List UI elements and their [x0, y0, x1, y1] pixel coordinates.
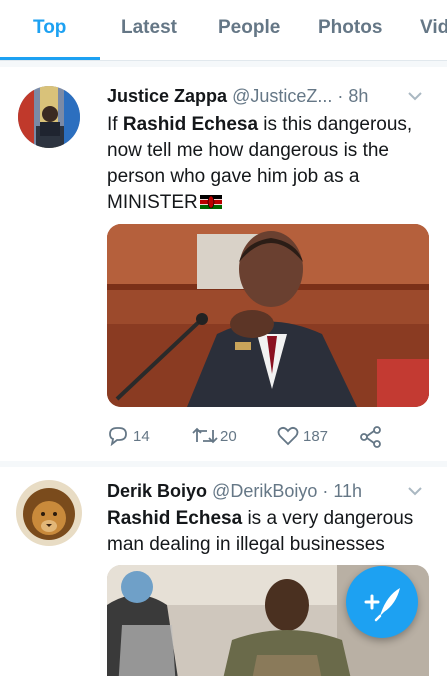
retweet-icon	[192, 427, 218, 444]
chevron-down-icon[interactable]	[408, 91, 422, 101]
chevron-down-icon[interactable]	[408, 486, 422, 496]
reply-button[interactable]: 14	[107, 426, 150, 446]
tweet-actions: 14 20 187	[107, 426, 407, 450]
tab-top[interactable]: Top	[33, 17, 66, 39]
reply-count: 14	[133, 427, 150, 445]
mention-bold: Rashid Echesa	[122, 114, 259, 135]
reply-icon	[109, 427, 127, 446]
active-tab-indicator	[0, 57, 100, 60]
display-name[interactable]: Justice Zappa	[107, 86, 227, 106]
timestamp: · 8h	[337, 86, 369, 106]
retweet-count: 20	[220, 427, 237, 445]
heart-icon	[277, 426, 299, 446]
tweet-card[interactable]: Justice Zappa @JusticeZ... · 8h If Rashi…	[0, 67, 447, 461]
username[interactable]: @JusticeZ...	[232, 86, 332, 106]
mention-bold: Rashid Echesa	[107, 508, 243, 529]
display-name[interactable]: Derik Boiyo	[107, 481, 207, 501]
tab-latest[interactable]: Latest	[121, 17, 177, 39]
tweet-text: If Rashid Echesa is this dangerous, now …	[107, 112, 427, 216]
tweet-header: Justice Zappa @JusticeZ... · 8h	[107, 85, 368, 107]
like-button[interactable]: 187	[277, 426, 328, 446]
avatar[interactable]	[16, 480, 82, 546]
username[interactable]: @DerikBoiyo	[212, 481, 317, 501]
avatar[interactable]	[18, 86, 80, 148]
tweet-text: Rashid Echesa is a very dangerous man de…	[107, 506, 427, 558]
compose-tweet-button[interactable]	[346, 566, 418, 638]
like-count: 187	[303, 427, 329, 445]
timestamp: · 11h	[322, 481, 363, 501]
kenya-flag-icon	[199, 195, 222, 209]
tab-videos[interactable]: Vid	[420, 17, 447, 39]
compose-tweet-icon	[364, 588, 400, 622]
share-button[interactable]	[359, 426, 383, 448]
tweet-photo[interactable]	[107, 224, 429, 407]
tab-photos[interactable]: Photos	[318, 17, 382, 39]
retweet-button[interactable]: 20	[192, 426, 237, 446]
tab-people[interactable]: People	[218, 17, 280, 39]
tweet-text-part: If	[107, 114, 123, 135]
share-icon	[360, 426, 381, 448]
tweet-header: Derik Boiyo @DerikBoiyo · 11h	[107, 480, 362, 502]
search-tabs: Top Latest People Photos Vid	[0, 0, 447, 61]
